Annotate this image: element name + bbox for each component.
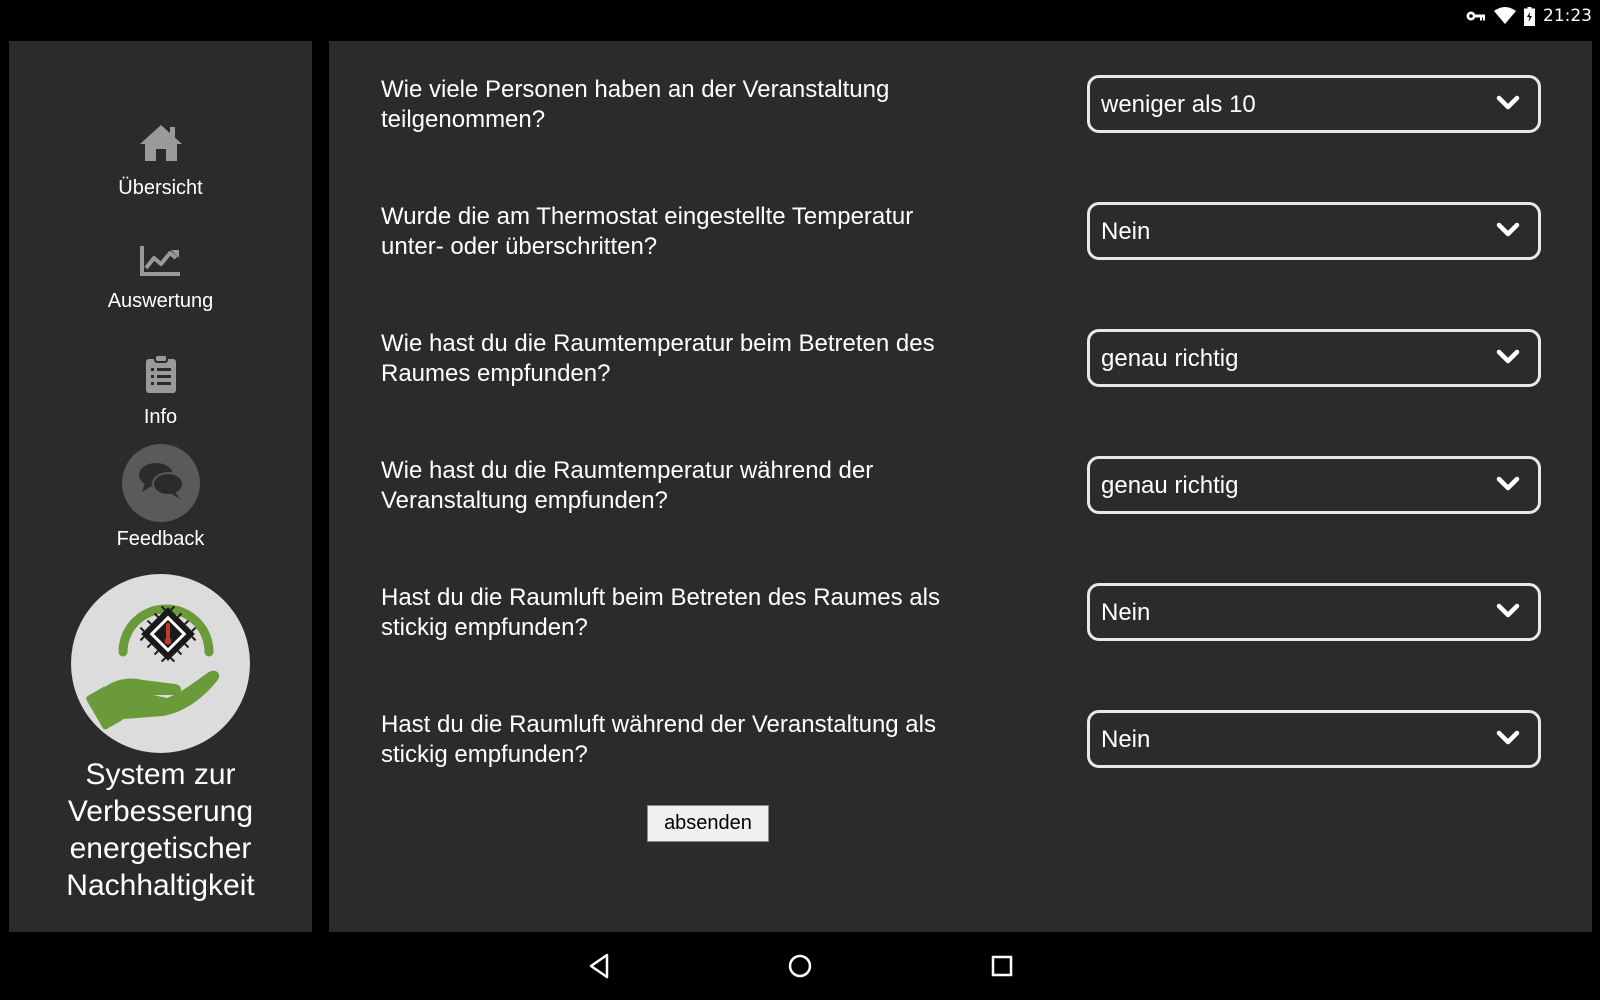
- app-logo: [71, 574, 250, 753]
- sidebar-item-label: Auswertung: [107, 290, 214, 312]
- status-bar: 21:23: [0, 0, 1600, 32]
- sidebar-item-uebersicht[interactable]: Übersicht: [9, 123, 312, 200]
- question-label: Hast du die Raumluft beim Betreten des R…: [381, 584, 940, 641]
- feedback-form: Wie viele Personen haben an der Veransta…: [329, 41, 1592, 932]
- battery-charging-icon: [1524, 6, 1535, 26]
- question-label: Hast du die Raumluft während der Veranst…: [381, 711, 936, 768]
- sidebar-item-label: Info: [143, 406, 178, 428]
- question-row: Wurde die am Thermostat eingestellte Tem…: [329, 202, 1592, 260]
- chevron-down-icon: [1496, 349, 1520, 370]
- dropdown-value: weniger als 10: [1101, 91, 1256, 118]
- recents-icon[interactable]: [985, 949, 1019, 983]
- chevron-down-icon: [1496, 603, 1520, 624]
- sidebar-item-feedback[interactable]: Feedback: [9, 444, 312, 551]
- vpn-key-icon: [1466, 9, 1486, 23]
- chat-bubbles-icon: [137, 461, 185, 506]
- question-row: Wie viele Personen haben an der Veransta…: [329, 75, 1592, 133]
- status-time: 21:23: [1543, 6, 1592, 26]
- home-circle-icon[interactable]: [783, 949, 817, 983]
- question-row: Hast du die Raumluft beim Betreten des R…: [329, 583, 1592, 641]
- hand-chip-thermometer-logo: [86, 604, 220, 730]
- question-row: Wie hast du die Raumtemperatur beim Betr…: [329, 329, 1592, 387]
- submit-button[interactable]: absenden: [647, 805, 769, 842]
- answer-dropdown[interactable]: Nein: [1087, 583, 1541, 641]
- question-label: Wurde die am Thermostat eingestellte Tem…: [381, 203, 914, 260]
- sidebar-item-label: Übersicht: [118, 177, 203, 199]
- home-icon: [9, 123, 312, 163]
- answer-dropdown[interactable]: weniger als 10: [1087, 75, 1541, 133]
- answer-dropdown[interactable]: genau richtig: [1087, 329, 1541, 387]
- dropdown-value: Nein: [1101, 218, 1151, 245]
- answer-dropdown[interactable]: Nein: [1087, 710, 1541, 768]
- navigation-bar: [0, 932, 1600, 1000]
- sidebar-item-info[interactable]: Info: [9, 354, 312, 429]
- question-row: Hast du die Raumluft während der Veranst…: [329, 710, 1592, 768]
- sidebar: Übersicht Auswertung Info Feedback Syste…: [9, 41, 312, 932]
- clipboard-icon: [9, 354, 312, 394]
- question-label: Wie hast du die Raumtemperatur beim Betr…: [381, 330, 935, 387]
- dropdown-value: Nein: [1101, 726, 1151, 753]
- sidebar-item-auswertung[interactable]: Auswertung: [9, 244, 312, 313]
- status-icons: 21:23: [1466, 5, 1592, 27]
- sidebar-item-label: Feedback: [116, 528, 205, 550]
- chevron-down-icon: [1496, 222, 1520, 243]
- question-row: Wie hast du die Raumtemperatur während d…: [329, 456, 1592, 514]
- chevron-down-icon: [1496, 730, 1520, 751]
- answer-dropdown[interactable]: Nein: [1087, 202, 1541, 260]
- chevron-down-icon: [1496, 476, 1520, 497]
- feedback-active-indicator: [121, 444, 200, 522]
- dropdown-value: genau richtig: [1101, 472, 1239, 499]
- chart-icon: [9, 244, 312, 276]
- question-label: Wie hast du die Raumtemperatur während d…: [381, 457, 874, 514]
- question-label: Wie viele Personen haben an der Veransta…: [381, 76, 890, 133]
- chevron-down-icon: [1496, 95, 1520, 116]
- app-title: System zur Verbesserung energetischer Na…: [66, 758, 255, 902]
- wifi-icon: [1494, 7, 1516, 25]
- dropdown-value: Nein: [1101, 599, 1151, 626]
- dropdown-value: genau richtig: [1101, 345, 1239, 372]
- answer-dropdown[interactable]: genau richtig: [1087, 456, 1541, 514]
- back-icon[interactable]: [582, 949, 616, 983]
